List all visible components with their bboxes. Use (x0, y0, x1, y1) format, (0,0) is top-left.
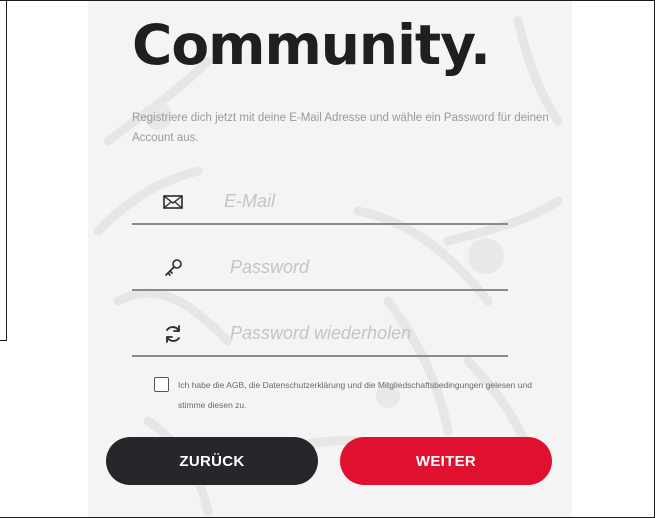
email-placeholder: E-Mail (224, 191, 276, 211)
password-field[interactable]: Password (132, 245, 508, 291)
registration-card: Community. Registriere dich jetzt mit de… (88, 1, 572, 517)
password-repeat-field[interactable]: Password wiederholen (132, 311, 508, 357)
page-title: Community. (132, 13, 491, 77)
intro-text: Registriere dich jetzt mit deine E-Mail … (132, 112, 549, 144)
password-repeat-placeholder: Password wiederholen (230, 323, 412, 343)
password-placeholder: Password (230, 257, 310, 277)
envelope-icon (163, 195, 183, 209)
refresh-icon (166, 325, 180, 343)
next-button[interactable]: WEITER (340, 437, 552, 485)
email-field[interactable]: E-Mail (132, 179, 508, 225)
consent-checkbox[interactable] (154, 377, 169, 392)
back-button[interactable]: ZURÜCK (106, 437, 318, 485)
key-icon (165, 259, 182, 276)
left-panel (0, 0, 7, 341)
consent-text: Ich habe die AGB, die Datenschutzerkläru… (178, 380, 532, 410)
